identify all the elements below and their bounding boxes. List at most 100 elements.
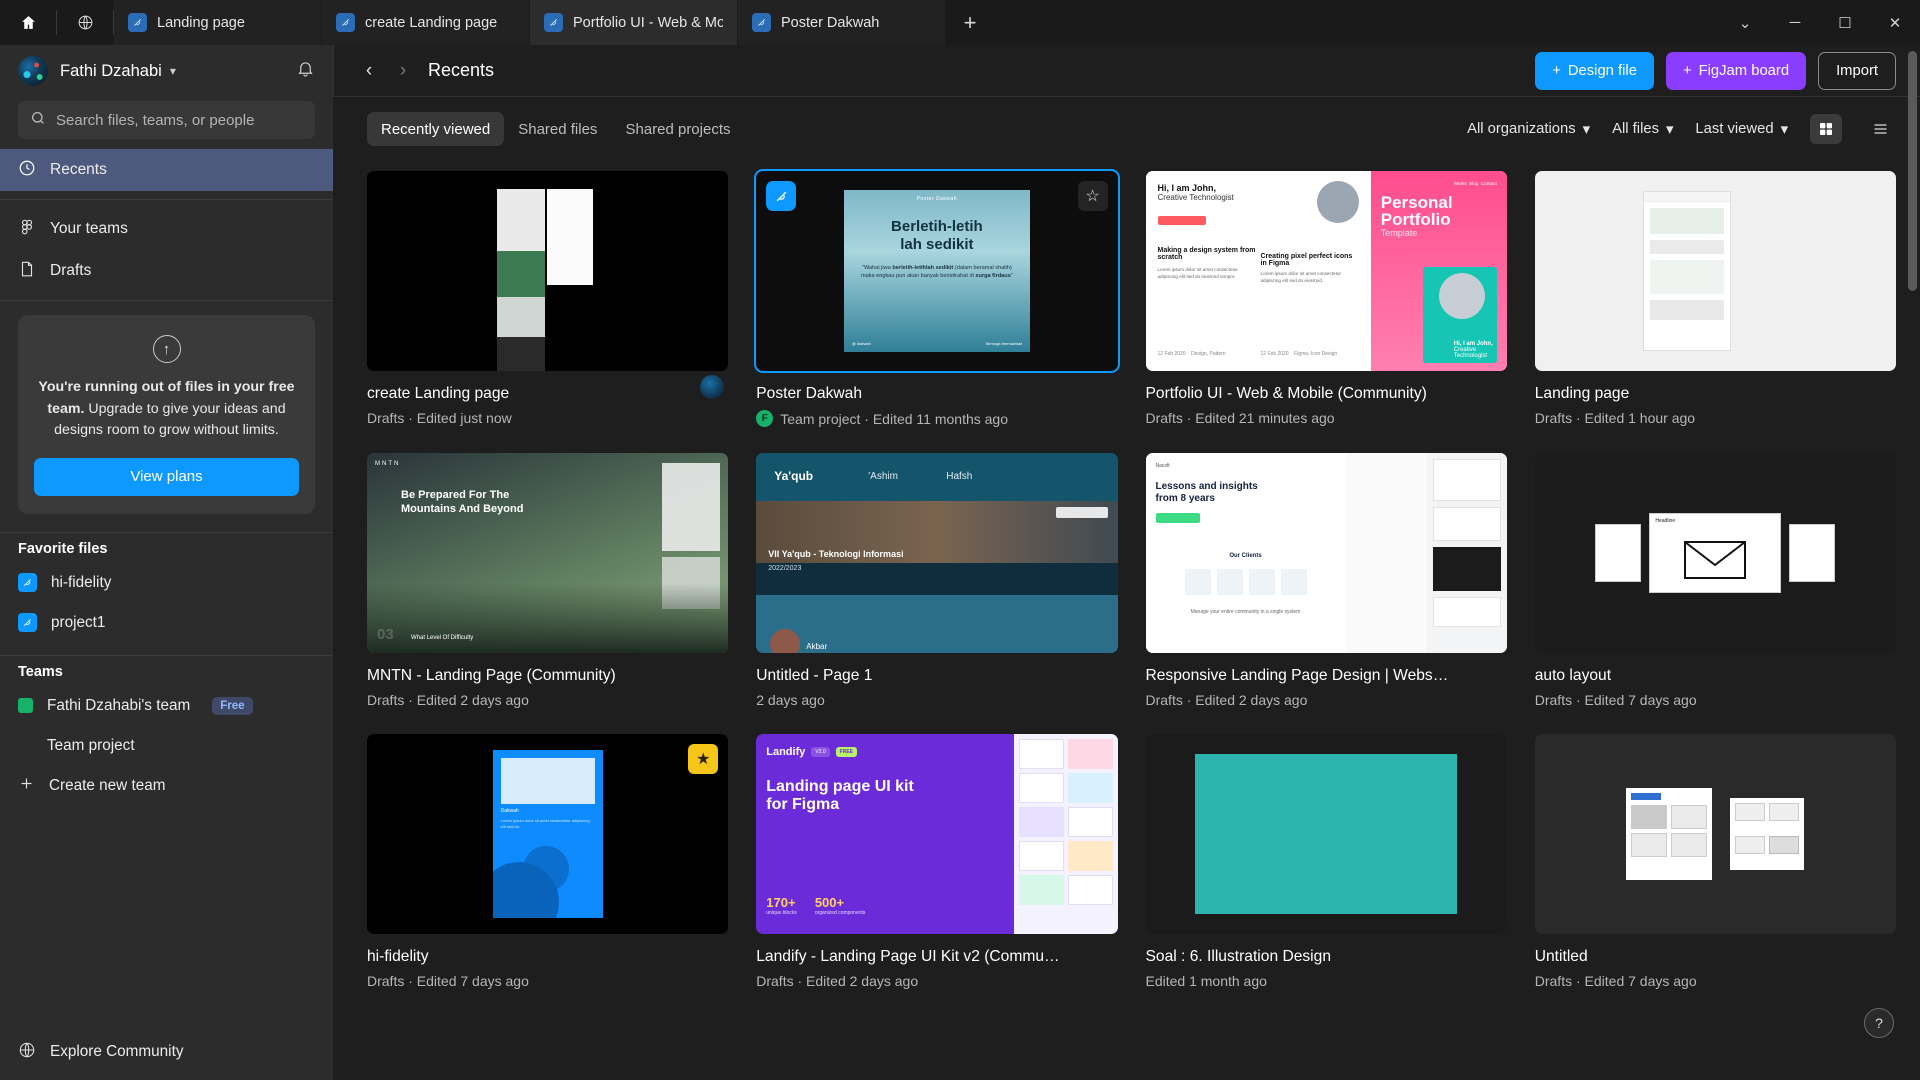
create-new-team-button[interactable]: Create new team: [0, 766, 333, 806]
thumbnail-art: Poster Dakwah Berletih-letih lah sedikit …: [756, 171, 1118, 371]
minimize-button[interactable]: ─: [1770, 0, 1820, 45]
divider: [0, 654, 333, 656]
user-menu[interactable]: Fathi Dzahabi ▾: [0, 45, 333, 97]
chevron-down-icon[interactable]: ▾: [170, 64, 176, 78]
file-card[interactable]: Landing page Drafts · Edited 1 hour ago: [1534, 171, 1896, 427]
file-card[interactable]: Ya'qub 'Ashim Hafsh VII Ya'qub - Teknolo…: [756, 453, 1118, 708]
sidebar: Fathi Dzahabi ▾ Recents Your teams: [0, 45, 333, 1080]
help-button[interactable]: ?: [1864, 1008, 1894, 1038]
favorite-file-project1[interactable]: project1: [0, 603, 333, 643]
file-thumbnail[interactable]: Dakwah Lorem ipsum dolor sit amet consec…: [367, 734, 729, 934]
sidebar-item-drafts[interactable]: Drafts: [0, 250, 333, 292]
figma-file-icon: [18, 573, 37, 593]
window-controls: ⌄ ─ ☐ ✕: [1720, 0, 1920, 45]
back-button[interactable]: ‹: [352, 54, 386, 88]
file-meta-label: Drafts · Edited 7 days ago: [1534, 692, 1697, 708]
team-item-fathi-dzahabis-team[interactable]: Fathi Dzahabi's team Free: [0, 686, 333, 726]
file-meta-label: Drafts · Edited just now: [367, 410, 512, 426]
organization-filter[interactable]: All organizations ▾: [1467, 121, 1590, 138]
grid-view-button[interactable]: [1810, 114, 1842, 144]
file-title: create Landing page: [367, 385, 510, 402]
file-thumbnail[interactable]: [1145, 734, 1507, 934]
chevron-down-icon: ▾: [1665, 121, 1674, 138]
team-label: Fathi Dzahabi's team: [47, 696, 191, 714]
scrollbar[interactable]: [1908, 51, 1917, 1060]
clock-icon: [18, 159, 36, 182]
sort-filter[interactable]: Last viewed ▾: [1695, 121, 1788, 138]
file-thumbnail[interactable]: [367, 171, 729, 371]
search-box[interactable]: [18, 101, 315, 139]
file-thumbnail[interactable]: Poster Dakwah Berletih-letih lah sedikit …: [754, 169, 1120, 373]
scrollbar-thumb[interactable]: [1908, 51, 1917, 291]
new-design-file-button[interactable]: + Design file: [1535, 51, 1654, 90]
favorite-star-icon[interactable]: ☆: [1077, 181, 1108, 211]
thumbnail-art: [1534, 171, 1896, 371]
file-thumbnail[interactable]: MNTN Be Prepared For The Mountains And B…: [367, 453, 729, 653]
browser-tab-1[interactable]: create Landing page: [322, 0, 530, 45]
upgrade-message-rest: Upgrade to give your ideas and designs r…: [54, 400, 286, 439]
view-plans-button[interactable]: View plans: [34, 457, 299, 496]
explore-community-button[interactable]: Explore Community: [0, 1024, 333, 1080]
file-thumbnail[interactable]: Ya'qub 'Ashim Hafsh VII Ya'qub - Teknolo…: [756, 453, 1118, 653]
file-thumbnail[interactable]: [1534, 734, 1896, 934]
favorite-star-icon[interactable]: ★: [688, 744, 719, 774]
import-button[interactable]: Import: [1818, 51, 1896, 90]
new-figjam-board-label: FigJam board: [1698, 62, 1790, 79]
file-thumbnail[interactable]: Hi, I am John, Creative Technologist Mak…: [1145, 171, 1507, 371]
file-meta: 2 days ago: [756, 692, 1117, 708]
file-card[interactable]: Hi, I am John, Creative Technologist Mak…: [1145, 171, 1507, 427]
file-title: Portfolio UI - Web & Mobile (Community): [1145, 385, 1427, 402]
file-thumbnail[interactable]: Headline: [1534, 453, 1896, 653]
file-card[interactable]: Dakwah Lorem ipsum dolor sit amet consec…: [367, 734, 729, 989]
browser-tab-2[interactable]: Portfolio UI - Web & Mobile (Commun: [530, 0, 738, 45]
sidebar-item-recents[interactable]: Recents: [0, 149, 333, 191]
new-design-file-label: Design file: [1567, 62, 1637, 79]
thumbnail-art: [1534, 734, 1896, 934]
search-input[interactable]: [56, 111, 303, 129]
close-button[interactable]: ✕: [1870, 0, 1920, 45]
maximize-button[interactable]: ☐: [1820, 0, 1870, 45]
home-icon[interactable]: [0, 0, 56, 45]
globe-icon[interactable]: [57, 0, 113, 45]
file-type-filter[interactable]: All files ▾: [1612, 121, 1673, 138]
browser-tab-3[interactable]: Poster Dakwah: [738, 0, 946, 45]
avatar: [18, 56, 48, 86]
file-thumbnail[interactable]: Nacsft Lessons and insights from 8 years…: [1145, 453, 1507, 653]
file-card[interactable]: Landify V2.0 FREE Landing page UI kit fo…: [756, 734, 1118, 989]
plus-icon: +: [1552, 62, 1561, 79]
tab-recently-viewed[interactable]: Recently viewed: [367, 112, 505, 146]
chevron-down-icon[interactable]: ⌄: [1720, 0, 1770, 45]
favorite-files-heading: Favorite files: [18, 540, 108, 557]
file-thumbnail[interactable]: [1534, 171, 1896, 371]
new-figjam-board-button[interactable]: + FigJam board: [1665, 51, 1807, 90]
tab-shared-projects[interactable]: Shared projects: [611, 112, 744, 146]
file-thumbnail[interactable]: Landify V2.0 FREE Landing page UI kit fo…: [756, 734, 1118, 934]
list-view-button[interactable]: [1864, 114, 1896, 144]
thumbnail-art: MNTN Be Prepared For The Mountains And B…: [367, 453, 729, 653]
favorite-file-hi-fidelity[interactable]: hi-fidelity: [0, 563, 333, 603]
notifications-bell-icon[interactable]: [296, 59, 315, 83]
file-card[interactable]: Headline auto layout Drafts · Edited 7 d…: [1534, 453, 1896, 708]
file-meta: Drafts · Edited 2 days ago: [367, 692, 728, 708]
figma-file-icon: [544, 13, 563, 32]
file-meta: Drafts · Edited 2 days ago: [756, 973, 1117, 989]
sidebar-item-your-teams[interactable]: Your teams: [0, 208, 333, 250]
forward-button[interactable]: ›: [386, 54, 420, 88]
file-card[interactable]: Untitled Drafts · Edited 7 days ago: [1534, 734, 1896, 989]
file-card[interactable]: MNTN Be Prepared For The Mountains And B…: [367, 453, 729, 708]
browser-tab-0[interactable]: Landing page: [114, 0, 322, 45]
favorite-file-label: project1: [51, 613, 106, 631]
chevron-down-icon: ▾: [1780, 121, 1788, 138]
file-card[interactable]: create Landing page Drafts · Edited just…: [367, 171, 729, 427]
file-card[interactable]: Nacsft Lessons and insights from 8 years…: [1145, 453, 1507, 708]
file-card[interactable]: Poster Dakwah Berletih-letih lah sedikit …: [754, 169, 1120, 427]
file-meta: Edited 1 month ago: [1146, 973, 1507, 989]
new-tab-button[interactable]: +: [946, 0, 994, 45]
file-title: Soal : 6. Illustration Design: [1145, 948, 1332, 965]
sort-filter-label: Last viewed: [1695, 121, 1774, 137]
team-item-team-project[interactable]: Team project: [0, 726, 333, 766]
tab-shared-files[interactable]: Shared files: [504, 112, 611, 146]
file-card[interactable]: Soal : 6. Illustration Design Edited 1 m…: [1145, 734, 1507, 989]
thumbnail-art: Nacsft Lessons and insights from 8 years…: [1145, 453, 1507, 653]
file-meta-label: Team project · Edited 11 months ago: [780, 410, 1009, 427]
